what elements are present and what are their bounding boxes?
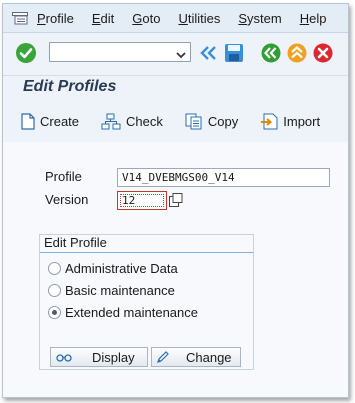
menu-edit[interactable]: Edit (92, 11, 114, 26)
menu-system-icon[interactable] (11, 11, 29, 25)
copy-icon (185, 113, 202, 129)
import-icon (261, 113, 278, 129)
copy-button[interactable]: Copy (185, 113, 238, 130)
chevron-down-icon[interactable] (176, 47, 186, 62)
menu-profile[interactable]: Profile (37, 11, 74, 26)
profile-field[interactable]: V14_DVEBMGS00_V14 (117, 168, 330, 187)
radio-button[interactable] (48, 262, 61, 275)
radio-button-selected[interactable] (48, 306, 61, 319)
version-field[interactable]: 12 (117, 191, 167, 210)
fast-back-icon[interactable] (200, 45, 218, 64)
application-toolbar: Create Check Copy Import (3, 108, 348, 134)
save-icon[interactable] (224, 43, 244, 66)
menu-system[interactable]: System (238, 11, 281, 26)
check-button[interactable]: Check (101, 113, 163, 130)
edit-profile-group: Edit Profile Administrative Data Basic m… (39, 234, 254, 370)
radio-button[interactable] (48, 284, 61, 297)
sap-window: Profile Edit Goto Utilities System Help (2, 3, 349, 398)
enter-icon[interactable] (15, 42, 37, 67)
radio-administrative-data[interactable]: Administrative Data (48, 261, 178, 276)
back-icon[interactable] (261, 43, 281, 66)
value-help-icon[interactable] (169, 193, 183, 207)
cancel-icon[interactable] (313, 43, 333, 66)
profile-label: Profile (45, 169, 82, 184)
display-button[interactable]: Display (50, 347, 148, 367)
import-button[interactable]: Import (260, 113, 320, 130)
menu-utilities[interactable]: Utilities (178, 11, 220, 26)
exit-icon[interactable] (287, 43, 307, 66)
pencil-icon (157, 351, 169, 363)
glasses-icon (56, 354, 72, 362)
check-hierarchy-icon (101, 113, 121, 129)
radio-basic-maintenance[interactable]: Basic maintenance (48, 283, 175, 298)
command-field[interactable] (49, 42, 191, 62)
radio-extended-maintenance[interactable]: Extended maintenance (48, 305, 198, 320)
page-title: Edit Profiles (23, 78, 117, 95)
standard-toolbar (3, 33, 348, 76)
new-document-icon (21, 112, 35, 130)
create-button[interactable]: Create (21, 112, 79, 130)
menu-goto[interactable]: Goto (132, 11, 160, 26)
menu-bar: Profile Edit Goto Utilities System Help (3, 4, 348, 33)
menu-help[interactable]: Help (300, 11, 327, 26)
version-label: Version (45, 192, 89, 207)
group-title: Edit Profile (40, 235, 253, 253)
change-button[interactable]: Change (151, 347, 241, 367)
